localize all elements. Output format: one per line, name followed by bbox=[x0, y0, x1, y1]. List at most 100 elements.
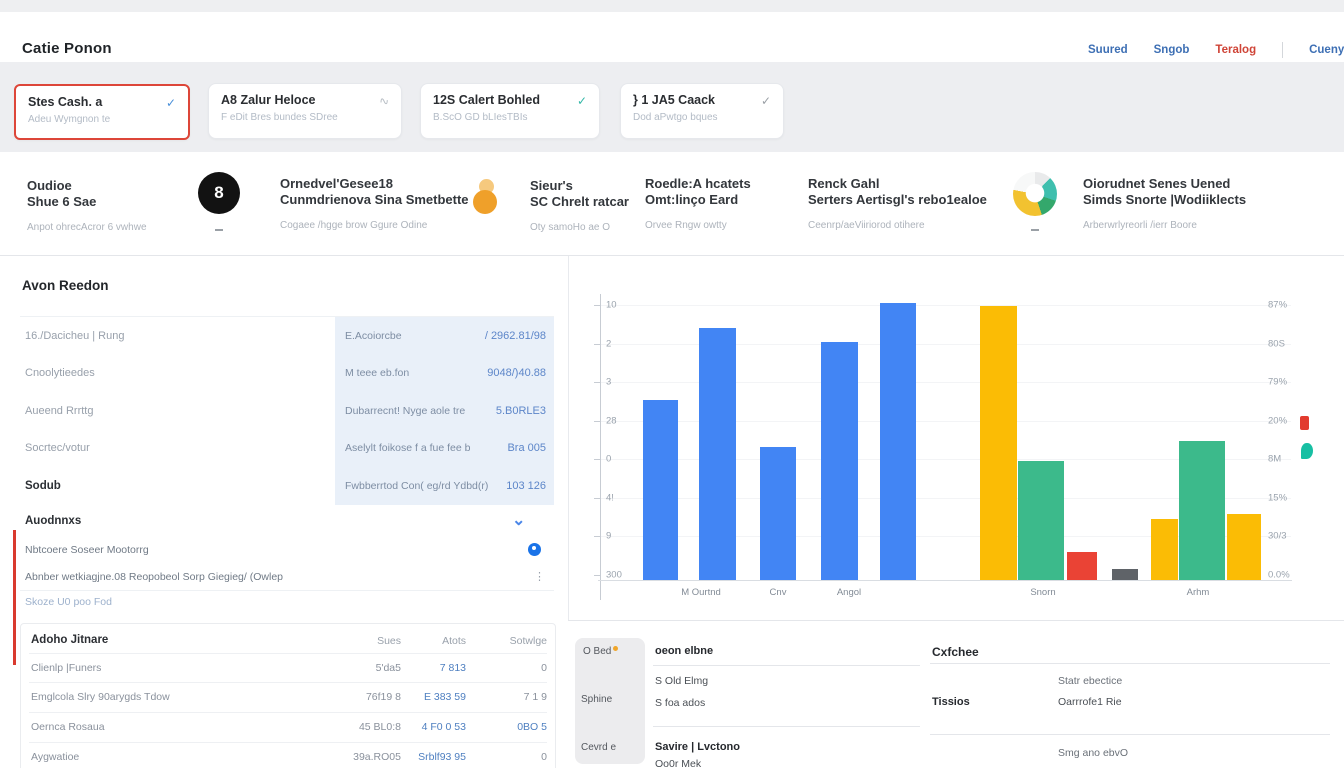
right-axis-tick-label: 79% bbox=[1268, 377, 1308, 388]
black-circle-8-icon: 8 bbox=[198, 172, 240, 214]
expand-row-label: Auodnnxs bbox=[25, 515, 81, 527]
cell-value: 9048/)40.88 bbox=[487, 367, 546, 379]
table-row[interactable]: Clienlp |Funers 5'da5 7 813 0 bbox=[21, 653, 555, 682]
detail-row-cell: M teee eb.fon 9048/)40.88 bbox=[335, 354, 554, 392]
feature-item-4[interactable]: Roedle:A hcatets Omt:linço Eard Orvee Rn… bbox=[645, 176, 751, 234]
muted-link[interactable]: Skoze U0 poo Fod bbox=[25, 596, 112, 608]
feature-item-2[interactable]: Ornedvel'Gesee18 Cunmdrienova Sina Smetb… bbox=[280, 176, 469, 234]
row-value: 5'da5 bbox=[331, 662, 401, 674]
cell-value: 103 126 bbox=[506, 480, 546, 492]
nav-link-1[interactable]: Suured bbox=[1088, 44, 1128, 56]
feature-2-sub: Cogaee /hgge brow Ggure Odine bbox=[280, 218, 469, 234]
mini-dash-icon bbox=[215, 229, 223, 231]
feature-5-line1: Renck Gahl bbox=[808, 176, 987, 192]
cell-label: Aselylt foikose f a fue fee b bbox=[345, 442, 471, 454]
row-value-link[interactable]: 7 813 bbox=[396, 662, 466, 674]
nav-divider bbox=[1282, 42, 1283, 58]
row-value-link[interactable]: 4 F0 0 53 bbox=[396, 721, 466, 733]
feature-4-sub: Orvee Rngw owtty bbox=[645, 218, 751, 234]
menu-item-1[interactable]: O Bed bbox=[583, 646, 618, 657]
menu-item-2[interactable]: Sphine bbox=[581, 694, 612, 705]
y-axis-tick-label: 300 bbox=[606, 569, 638, 580]
feature-6-sub: Arberwrlyreorli /ierr Boore bbox=[1083, 218, 1246, 234]
stat-card-2[interactable]: A8 Zalur Heloce ∿ F eDit Bres bundes SDr… bbox=[208, 83, 402, 139]
detail-row-label: Aueend Rrrttg bbox=[25, 405, 93, 417]
row-separator bbox=[653, 665, 920, 666]
row-name: Aygwatioe bbox=[31, 751, 79, 763]
row-separator bbox=[930, 734, 1330, 735]
kebab-icon[interactable]: ⋮ bbox=[534, 570, 545, 583]
pie-chart-icon bbox=[1013, 172, 1057, 216]
cell-label: E.Acoiorcbe bbox=[345, 330, 402, 342]
black-circle-glyph: 8 bbox=[214, 183, 223, 203]
table-row[interactable]: Aygwatioe 39a.RO05 Srblf93 95 0 bbox=[21, 742, 555, 768]
table-row[interactable]: Emglcola Slry 90arygds Tdow 76f19 8 E 38… bbox=[21, 682, 555, 712]
page-title: Catie Ponon bbox=[22, 40, 112, 57]
feature-item-3[interactable]: Sieur's SC Chrelt ratcar Oty samoHo ae O bbox=[530, 178, 629, 236]
stat-card-3[interactable]: 12S Calert Bohled ✓ B.ScO GD bLIesTBIs bbox=[420, 83, 600, 139]
row-name: Oernca Rosaua bbox=[31, 721, 105, 733]
chevron-down-icon[interactable]: ⌄ bbox=[512, 516, 525, 526]
table-row[interactable]: Oernca Rosaua 45 BL0:8 4 F0 0 53 0BO 5 bbox=[21, 712, 555, 742]
row-value-link[interactable]: Srblf93 95 bbox=[396, 751, 466, 763]
chart-bar bbox=[1227, 514, 1261, 580]
menu-item-3[interactable]: Cevrd e bbox=[581, 742, 616, 753]
detail-row: Cnoolytieedes M teee eb.fon 9048/)40.88 bbox=[20, 354, 554, 393]
stat-card-1[interactable]: Stes Cash. a ✓ Adeu Wymgnon te bbox=[14, 84, 190, 140]
chart-gridline bbox=[601, 382, 1291, 383]
stat-card-2-subtitle: F eDit Bres bundes SDree bbox=[221, 112, 389, 123]
nav-link-4[interactable]: Cuenya Cuo bbox=[1309, 44, 1344, 56]
stat-card-1-subtitle: Adeu Wymgnon te bbox=[28, 114, 176, 125]
dashboard-page: Catie Ponon Suured Sngob Teralog Cuenya … bbox=[0, 0, 1344, 768]
nav-link-3[interactable]: Teralog bbox=[1215, 44, 1256, 56]
row-value-link[interactable]: E 383 59 bbox=[396, 691, 466, 703]
y-axis-tick-label: 3 bbox=[606, 377, 638, 388]
link-row[interactable]: Nbtcoere Soseer Mootorrg bbox=[20, 537, 554, 564]
row-value: 7 1 9 bbox=[471, 691, 547, 703]
cell-label: M teee eb.fon bbox=[345, 367, 409, 379]
stat-card-3-subtitle: B.ScO GD bLIesTBIs bbox=[433, 112, 587, 123]
red-marker-icon bbox=[1300, 416, 1309, 430]
bottom-right-row-label: Tissios bbox=[932, 696, 970, 708]
feature-item-1[interactable]: Oudioe Shue 6 Sae Anpot ohrecAcror 6 vwh… bbox=[27, 178, 147, 236]
bottom-middle-row3-line: Oo0r Mek bbox=[655, 758, 701, 768]
chart-bar bbox=[699, 328, 736, 580]
chart-bar bbox=[1112, 569, 1138, 580]
stat-card-1-title: Stes Cash. a bbox=[28, 95, 176, 109]
blue-dot-icon bbox=[528, 543, 541, 556]
row-name: Emglcola Slry 90arygds Tdow bbox=[31, 691, 170, 703]
chart-bar bbox=[760, 447, 796, 580]
x-axis-category-label: Arhm bbox=[1158, 587, 1238, 598]
feature-3-line2: SC Chrelt ratcar bbox=[530, 194, 629, 210]
chart-gridline bbox=[601, 459, 1291, 460]
right-axis-tick-label: 15% bbox=[1268, 492, 1308, 503]
chart-bar bbox=[821, 342, 858, 580]
row-value: 76f19 8 bbox=[331, 691, 401, 703]
detail-row: Socrtec/votur Aselylt foikose f a fue fe… bbox=[20, 429, 554, 468]
bottom-right-value-main: Oarrrofe1 Rie bbox=[1058, 696, 1122, 708]
orange-figure-body bbox=[473, 190, 497, 214]
x-axis-category-label: Cnv bbox=[738, 587, 818, 598]
header: Catie Ponon Suured Sngob Teralog Cuenya … bbox=[0, 12, 1344, 62]
y-axis-tick-label: 2 bbox=[606, 338, 638, 349]
detail-row-cell: Fwbberrtod Con( eg/rd Ydbd(r) 103 126 bbox=[335, 467, 554, 505]
stat-card-4[interactable]: } 1 JA5 Caack ✓ Dod aPwtgo bques bbox=[620, 83, 784, 139]
feature-6-line1: Oiorudnet Senes Uened bbox=[1083, 176, 1246, 192]
chart-bar bbox=[1151, 519, 1178, 580]
feature-item-5[interactable]: Renck Gahl Serters Aertisgl's rebo1ealoe… bbox=[808, 176, 987, 234]
check-icon: ✓ bbox=[166, 96, 176, 110]
feature-item-6[interactable]: Oiorudnet Senes Uened Simds Snorte |Wodi… bbox=[1083, 176, 1246, 234]
right-axis-tick-label: 30/3 bbox=[1268, 531, 1308, 542]
detail-row-cell: Dubarrecnt! Nyge aole tre 5.B0RLE3 bbox=[335, 392, 554, 429]
nav-link-2[interactable]: Sngob bbox=[1154, 44, 1190, 56]
link-row[interactable]: Abnber wetkiagjne.08 Reopobeol Sorp Gieg… bbox=[20, 563, 554, 591]
cell-value: 5.B0RLE3 bbox=[496, 405, 546, 417]
cell-value: Bra 005 bbox=[507, 442, 546, 454]
orange-figure-icon bbox=[472, 179, 498, 215]
expand-row[interactable]: Auodnnxs ⌄ bbox=[20, 505, 554, 538]
teal-marker-icon bbox=[1301, 443, 1313, 459]
chart-bar bbox=[643, 400, 678, 580]
top-strip bbox=[0, 0, 1344, 12]
x-axis-category-label: Angol bbox=[809, 587, 889, 598]
row-value-link[interactable]: 0BO 5 bbox=[471, 721, 547, 733]
